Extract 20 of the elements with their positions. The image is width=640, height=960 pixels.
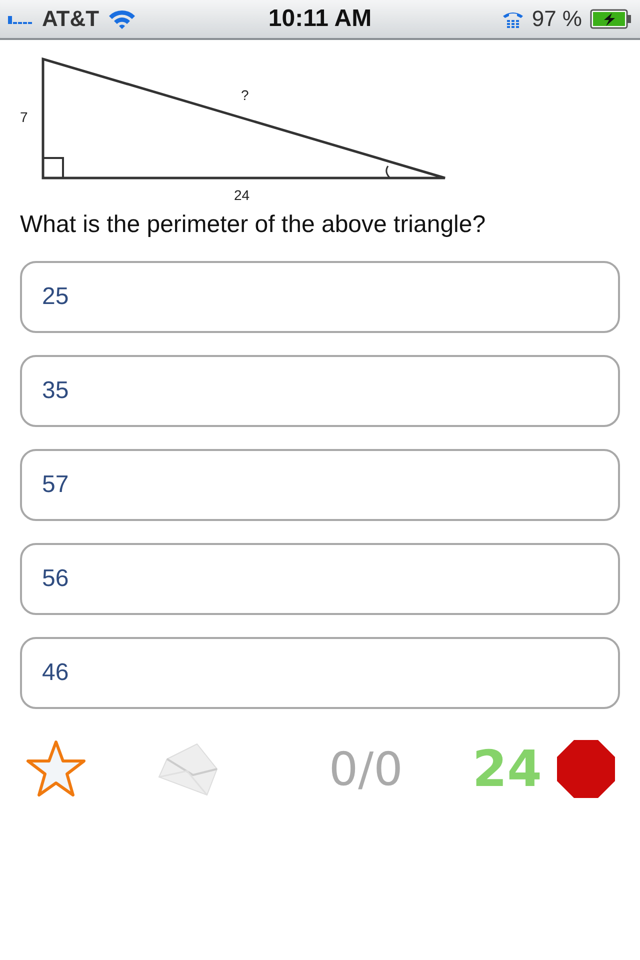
answer-button[interactable]: 35 <box>20 355 620 427</box>
countdown-timer: 24 <box>472 740 542 798</box>
envelope-icon[interactable] <box>157 741 220 797</box>
question-text: What is the perimeter of the above triangle? <box>20 211 487 239</box>
answer-button[interactable]: 25 <box>20 261 620 333</box>
stop-sign-icon[interactable] <box>556 739 616 799</box>
battery-charging-icon <box>590 9 632 29</box>
battery-percent: 97 % <box>532 6 582 32</box>
side-label: 7 <box>20 109 28 125</box>
signal-icon <box>8 14 34 24</box>
status-time: 10:11 AM <box>268 5 372 33</box>
answer-button[interactable]: 56 <box>20 543 620 615</box>
wifi-icon <box>107 8 138 30</box>
answer-button[interactable]: 46 <box>20 637 620 709</box>
side-label: ? <box>241 87 249 103</box>
answer-button[interactable]: 57 <box>20 449 620 521</box>
star-icon[interactable] <box>24 739 88 799</box>
side-label: 24 <box>234 187 250 203</box>
carrier-name: AT&T <box>42 6 100 32</box>
score-counter: 0/0 <box>328 742 403 796</box>
